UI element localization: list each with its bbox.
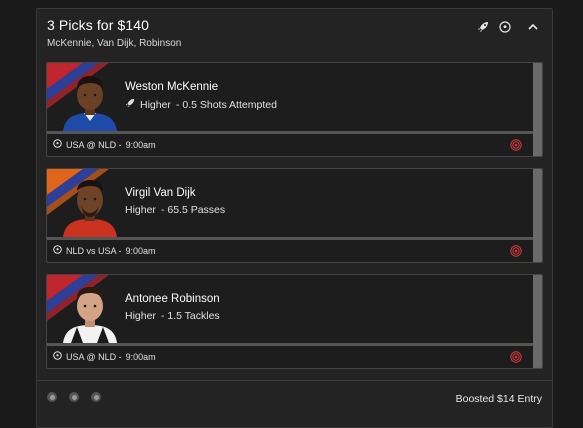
player-name: Virgil Van Dijk	[125, 187, 196, 199]
card-scrollbar[interactable]	[533, 169, 542, 262]
players-summary: McKennie, Van Dijk, Robinson	[47, 38, 182, 49]
pick-detail: Higher - 65.5 Passes	[125, 204, 225, 216]
match-time: 9:00am	[125, 245, 156, 256]
pick-card[interactable]: Virgil Van Dijk Higher - 65.5 Passes NLD…	[46, 168, 543, 263]
matchup: USA @ NLD -	[66, 351, 122, 362]
player-name: Weston McKennie	[125, 81, 219, 93]
card-scrollbar[interactable]	[533, 275, 542, 368]
pick-card[interactable]: Antonee Robinson Higher - 1.5 Tackles US…	[46, 274, 543, 369]
pick-line: - 65.5 Passes	[160, 204, 226, 216]
soccer-ball-icon	[53, 351, 62, 362]
soccer-ball-icon	[53, 139, 62, 150]
player-photo	[57, 175, 123, 237]
target-icon[interactable]	[510, 244, 522, 257]
page-indicator	[47, 392, 101, 402]
match-time: 9:00am	[125, 351, 156, 362]
card-divider	[47, 237, 533, 240]
player-photo	[57, 281, 123, 343]
entry-label: Boosted $14 Entry	[455, 393, 542, 405]
card-divider	[47, 343, 533, 346]
soccer-ball-icon[interactable]	[498, 20, 512, 34]
player-photo	[57, 69, 123, 131]
picks-panel: 3 Picks for $140 McKennie, Van Dijk, Rob…	[36, 8, 553, 428]
card-divider	[47, 131, 533, 134]
pick-direction: Higher	[125, 204, 156, 216]
pick-line: - 1.5 Tackles	[160, 310, 220, 322]
match-info: USA @ NLD - 9:00am	[53, 139, 156, 150]
page-dot[interactable]	[91, 392, 101, 402]
pick-line: - 0.5 Shots Attempted	[175, 98, 277, 111]
header-actions	[476, 20, 540, 34]
matchup: NLD vs USA -	[66, 245, 122, 256]
pick-detail: Higher - 1.5 Tackles	[125, 310, 220, 322]
rocket-icon[interactable]	[476, 20, 490, 34]
match-info: NLD vs USA - 9:00am	[53, 245, 156, 256]
player-name: Antonee Robinson	[125, 293, 220, 305]
pick-direction: Higher	[125, 310, 156, 322]
match-info: USA @ NLD - 9:00am	[53, 351, 156, 362]
soccer-ball-icon	[53, 245, 62, 256]
match-time: 9:00am	[125, 139, 156, 150]
page-dot[interactable]	[69, 392, 79, 402]
panel-title: 3 Picks for $140	[47, 17, 149, 33]
pick-direction: Higher	[140, 98, 171, 111]
target-icon[interactable]	[510, 138, 522, 151]
pick-card[interactable]: Weston McKennie Higher - 0.5 Shots Attem…	[46, 62, 543, 157]
chevron-up-icon[interactable]	[526, 20, 540, 34]
pick-detail: Higher - 0.5 Shots Attempted	[125, 98, 277, 111]
card-scrollbar[interactable]	[533, 63, 542, 156]
footer-divider	[37, 380, 552, 381]
panel-header: 3 Picks for $140 McKennie, Van Dijk, Rob…	[47, 17, 542, 57]
matchup: USA @ NLD -	[66, 139, 122, 150]
page-dot[interactable]	[47, 392, 57, 402]
rocket-icon	[125, 98, 135, 111]
target-icon[interactable]	[510, 350, 522, 363]
